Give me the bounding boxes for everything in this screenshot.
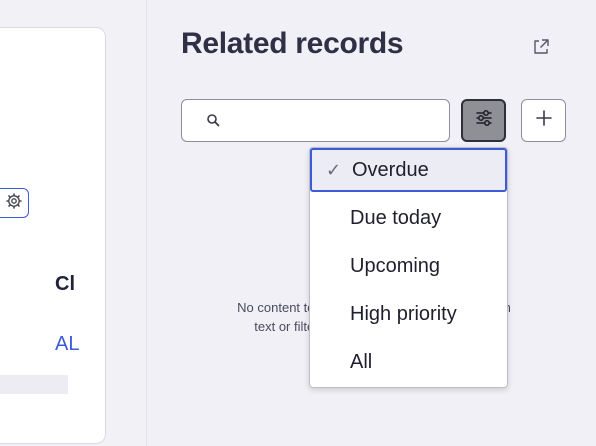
app-window: Cl AL Related records No content text or… [0,0,596,446]
filter-option-label: Due today [350,207,442,229]
filter-option-label: All [350,351,373,373]
filter-option-high-priority[interactable]: High priority [310,292,507,336]
filter-option-upcoming[interactable]: Upcoming [310,244,507,288]
filter-option-label: Overdue [352,159,429,181]
sliders-icon [474,108,494,133]
gear-icon [6,192,22,214]
external-link-icon [532,38,550,61]
filter-option-overdue[interactable]: ✓ Overdue [310,148,507,192]
settings-button[interactable] [0,188,29,218]
search-icon [206,113,220,132]
left-column-link[interactable]: AL [55,333,79,356]
check-icon: ✓ [326,160,342,180]
filter-option-all[interactable]: All [310,340,507,384]
filter-option-label: Upcoming [350,255,441,277]
filter-option-label: High priority [350,303,457,325]
filter-dropdown-menu: ✓ Overdue Due today Upcoming High priori… [309,147,508,388]
panel-title: Related records [181,27,404,60]
left-scroll-track[interactable] [0,375,68,394]
plus-icon [535,109,553,132]
open-external-button[interactable] [528,36,554,62]
filter-button[interactable] [461,99,506,142]
search-input[interactable] [224,108,443,134]
left-column-heading: Cl [55,273,75,295]
filter-option-due-today[interactable]: Due today [310,196,507,240]
search-field[interactable] [181,99,450,142]
add-record-button[interactable] [521,99,566,142]
